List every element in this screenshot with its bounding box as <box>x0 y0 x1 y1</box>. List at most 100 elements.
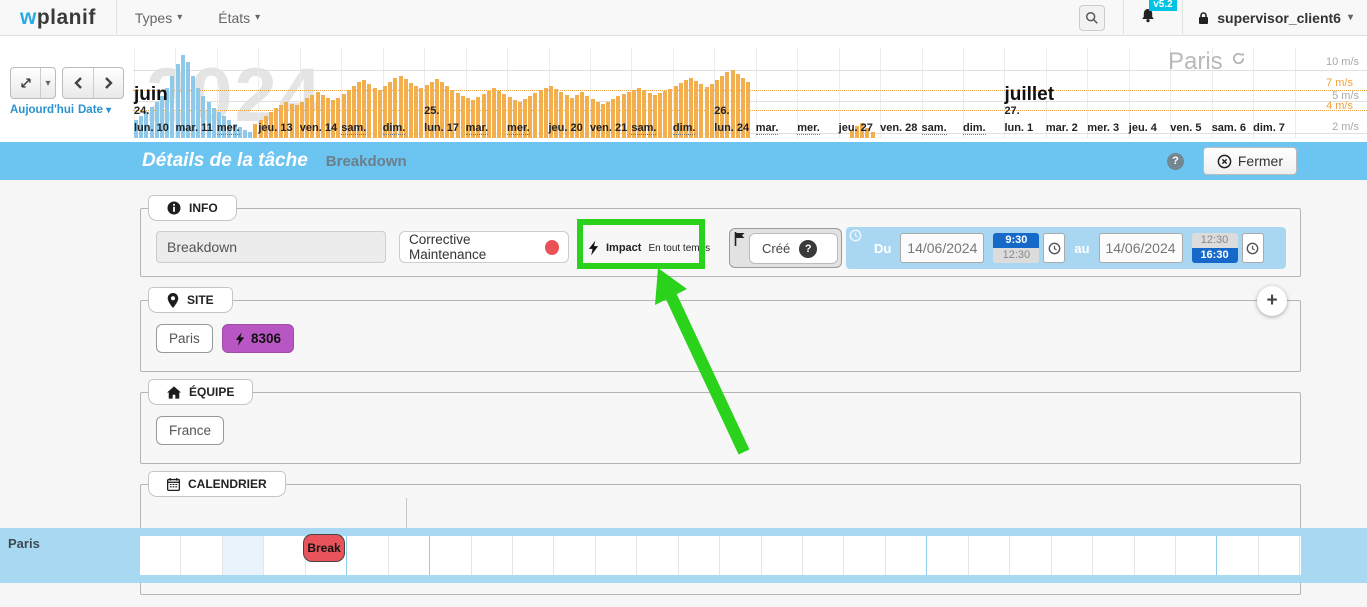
info-icon <box>167 201 181 215</box>
wind-bar <box>409 83 413 138</box>
to-time-option[interactable]: 12:30 <box>1192 233 1238 248</box>
wind-bar <box>539 90 543 138</box>
username: supervisor_client6 <box>1217 10 1341 26</box>
to-time-selector[interactable]: 12:3016:30 <box>1192 233 1238 263</box>
zoom-range-button[interactable] <box>11 68 40 98</box>
refresh-icon[interactable] <box>1231 51 1246 66</box>
wind-bar <box>492 88 496 138</box>
calendar-cell[interactable] <box>596 536 637 575</box>
asset-chip[interactable]: 8306 <box>222 324 294 353</box>
calendar-cell[interactable] <box>679 536 720 575</box>
wind-bar <box>419 88 423 138</box>
calendar-cell[interactable] <box>886 536 927 575</box>
menu-etats[interactable]: États▾ <box>200 10 278 26</box>
calendar-cell[interactable] <box>181 536 222 575</box>
calendar-cell[interactable] <box>430 536 471 575</box>
zoom-options-caret[interactable]: ▾ <box>40 68 55 98</box>
tab-equipe[interactable]: ÉQUIPE <box>148 379 253 405</box>
task-type-selector[interactable]: Corrective Maintenance <box>399 231 569 263</box>
tab-info[interactable]: INFO <box>148 195 237 221</box>
prev-button[interactable] <box>63 68 93 98</box>
calendar-cell[interactable] <box>140 536 181 575</box>
calendar-cell[interactable] <box>844 536 885 575</box>
status-button[interactable]: Créé ? <box>749 233 838 264</box>
calendar-cell[interactable] <box>637 536 678 575</box>
site-name-label: Paris <box>1168 48 1223 76</box>
wind-bar <box>295 105 299 138</box>
date-link[interactable]: Date ▾ <box>78 104 111 116</box>
wind-scale-label: 7 m/s <box>1326 77 1353 89</box>
calendar-cell[interactable] <box>472 536 513 575</box>
wind-bar <box>253 124 257 138</box>
from-time-option[interactable]: 12:30 <box>993 248 1039 263</box>
close-button[interactable]: Fermer <box>1203 147 1297 175</box>
to-label: au <box>1074 241 1089 256</box>
from-time-selector[interactable]: 9:3012:30 <box>993 233 1039 263</box>
calendar-cell[interactable] <box>720 536 761 575</box>
help-icon[interactable]: ? <box>1167 153 1184 170</box>
day-label: lun. 24 <box>714 122 749 134</box>
day-label: dim. <box>963 122 986 135</box>
to-time-option[interactable]: 16:30 <box>1192 248 1238 263</box>
calendar-cell[interactable] <box>803 536 844 575</box>
calendar-event-breakdown[interactable]: Break <box>303 534 345 562</box>
calendar-cell[interactable] <box>1135 536 1176 575</box>
search-button[interactable] <box>1079 5 1105 31</box>
calendar-cell[interactable] <box>1259 536 1300 575</box>
from-time-option[interactable]: 9:30 <box>993 233 1039 248</box>
calendar-cell[interactable] <box>513 536 554 575</box>
datetime-panel: Du 9:3012:30 au 12:3016:30 <box>846 227 1286 269</box>
calendar-cell[interactable] <box>223 536 264 575</box>
to-date-input[interactable] <box>1099 233 1183 263</box>
top-navbar: wplanif Types▾ États▾ v5.2 supervisor_cl… <box>0 0 1367 36</box>
from-time-button[interactable] <box>1043 233 1065 263</box>
day-label: ven. 14 <box>300 122 337 134</box>
menu-types[interactable]: Types▾ <box>117 10 200 26</box>
calendar-cell[interactable] <box>1217 536 1258 575</box>
site-chip[interactable]: Paris <box>156 324 213 353</box>
calendar-grid-line <box>406 498 407 529</box>
plus-icon: + <box>1266 290 1277 311</box>
equipe-panel: France <box>140 392 1301 464</box>
home-icon <box>167 386 181 399</box>
day-label: sam. <box>922 122 947 135</box>
wind-bar <box>705 87 709 138</box>
calendar-cell[interactable] <box>554 536 595 575</box>
next-button[interactable] <box>93 68 123 98</box>
wind-bar <box>243 130 247 138</box>
day-label: ven. 28 <box>880 122 917 134</box>
wind-bar <box>414 86 418 138</box>
app-logo[interactable]: wplanif <box>0 6 116 30</box>
user-menu[interactable]: supervisor_client6 ▾ <box>1197 10 1367 26</box>
wind-scale-label: 4 m/s <box>1326 100 1353 112</box>
calendar-cell[interactable] <box>347 536 388 575</box>
team-chip[interactable]: France <box>156 416 224 445</box>
calendar-cell[interactable] <box>969 536 1010 575</box>
chevron-down-icon: ▾ <box>255 12 260 23</box>
calendar-cell[interactable] <box>264 536 305 575</box>
calendar-cell[interactable] <box>1052 536 1093 575</box>
expand-diagonal-icon <box>19 76 33 90</box>
add-site-button[interactable]: + <box>1257 286 1287 316</box>
task-name-input[interactable] <box>156 231 386 263</box>
from-date-input[interactable] <box>900 233 984 263</box>
week-label: 27. <box>1004 105 1019 117</box>
tab-site[interactable]: SITE <box>148 287 233 313</box>
calendar-cell[interactable] <box>762 536 803 575</box>
impact-button[interactable]: Impact En tout temps <box>588 233 710 263</box>
notifications-button[interactable]: v5.2 <box>1140 7 1156 29</box>
today-link[interactable]: Aujourd'hui <box>10 104 74 116</box>
calendar-cell[interactable] <box>389 536 430 575</box>
calendar-cell[interactable] <box>1010 536 1051 575</box>
calendar-cell[interactable] <box>927 536 968 575</box>
calendar-cell[interactable] <box>1093 536 1134 575</box>
flag-icon <box>734 232 746 246</box>
status-help-badge[interactable]: ? <box>799 240 817 258</box>
wind-bar <box>502 94 506 138</box>
tab-calendrier[interactable]: CALENDRIER <box>148 471 286 497</box>
navbar-divider <box>1182 0 1183 36</box>
calendar-cell[interactable] <box>1176 536 1217 575</box>
from-label: Du <box>874 241 891 256</box>
to-time-button[interactable] <box>1242 233 1264 263</box>
week-label: 24. <box>134 105 149 117</box>
